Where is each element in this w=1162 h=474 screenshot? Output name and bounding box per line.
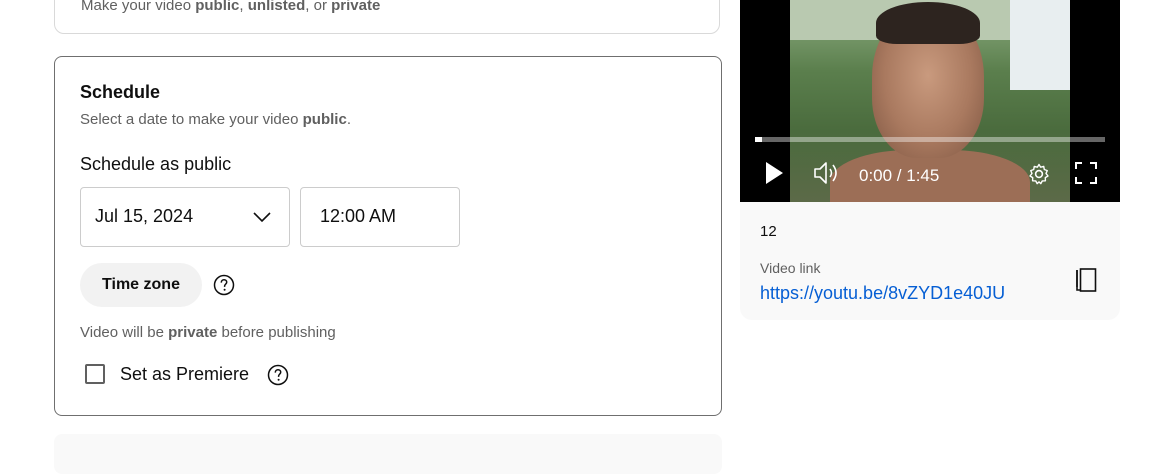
visibility-card: Make your video public, unlisted, or pri… bbox=[54, 0, 720, 34]
video-player[interactable]: 0:00 / 1:45 bbox=[740, 0, 1120, 202]
time-input[interactable]: 12:00 AM bbox=[300, 187, 460, 247]
video-link-label: Video link bbox=[760, 260, 821, 276]
private-note-suffix: before publishing bbox=[217, 324, 336, 341]
time-zone-button[interactable]: Time zone bbox=[80, 263, 202, 307]
schedule-card: Schedule Select a date to make your vide… bbox=[54, 56, 722, 416]
visibility-subtitle: Make your video public, unlisted, or pri… bbox=[81, 0, 380, 14]
volume-icon[interactable] bbox=[812, 160, 840, 186]
visibility-subtitle-text: Make your video bbox=[81, 0, 196, 14]
visibility-unlisted-word: unlisted bbox=[247, 0, 306, 14]
schedule-subtitle: Select a date to make your video public. bbox=[80, 111, 351, 128]
video-info-card: 12 Video link https://youtu.be/8vZYD1e40… bbox=[740, 202, 1120, 320]
schedule-subtitle-text: Select a date to make your video bbox=[80, 111, 303, 128]
progress-bar[interactable] bbox=[755, 137, 1105, 142]
video-link[interactable]: https://youtu.be/8vZYD1e40JU bbox=[760, 283, 1005, 304]
schedule-subtitle-suffix: . bbox=[346, 111, 351, 128]
time-readout: 0:00 / 1:45 bbox=[859, 166, 940, 185]
date-value: Jul 15, 2024 bbox=[95, 206, 194, 226]
private-note-prefix: Video will be bbox=[80, 324, 169, 341]
visibility-sep-1: , bbox=[239, 0, 248, 14]
time-value: 12:00 AM bbox=[320, 206, 397, 226]
frame-building bbox=[1010, 0, 1070, 90]
schedule-subtitle-bold: public bbox=[302, 111, 347, 128]
schedule-title: Schedule bbox=[80, 82, 161, 102]
help-circle-icon[interactable] bbox=[267, 364, 289, 386]
visibility-public-word: public bbox=[195, 0, 240, 14]
schedule-as-public-label: Schedule as public bbox=[80, 154, 232, 174]
copy-icon[interactable] bbox=[1074, 266, 1098, 294]
help-circle-icon[interactable] bbox=[213, 274, 235, 296]
frame-hair bbox=[876, 2, 980, 44]
premiere-label[interactable]: Set as Premiere bbox=[120, 364, 249, 385]
premiere-checkbox[interactable] bbox=[85, 364, 105, 384]
chevron-down-icon bbox=[253, 210, 271, 228]
private-before-publishing-note: Video will be private before publishing bbox=[80, 324, 336, 341]
video-title: 12 bbox=[760, 223, 777, 240]
date-picker-dropdown[interactable]: Jul 15, 2024 bbox=[80, 187, 290, 247]
visibility-sep-2: , or bbox=[305, 0, 332, 14]
next-section-card bbox=[54, 434, 722, 474]
fullscreen-icon[interactable] bbox=[1074, 161, 1098, 185]
progress-fill bbox=[755, 137, 762, 142]
play-icon[interactable] bbox=[762, 160, 786, 186]
gear-icon[interactable] bbox=[1027, 162, 1051, 186]
visibility-private-word: private bbox=[331, 0, 381, 14]
private-note-bold: private bbox=[168, 324, 218, 341]
